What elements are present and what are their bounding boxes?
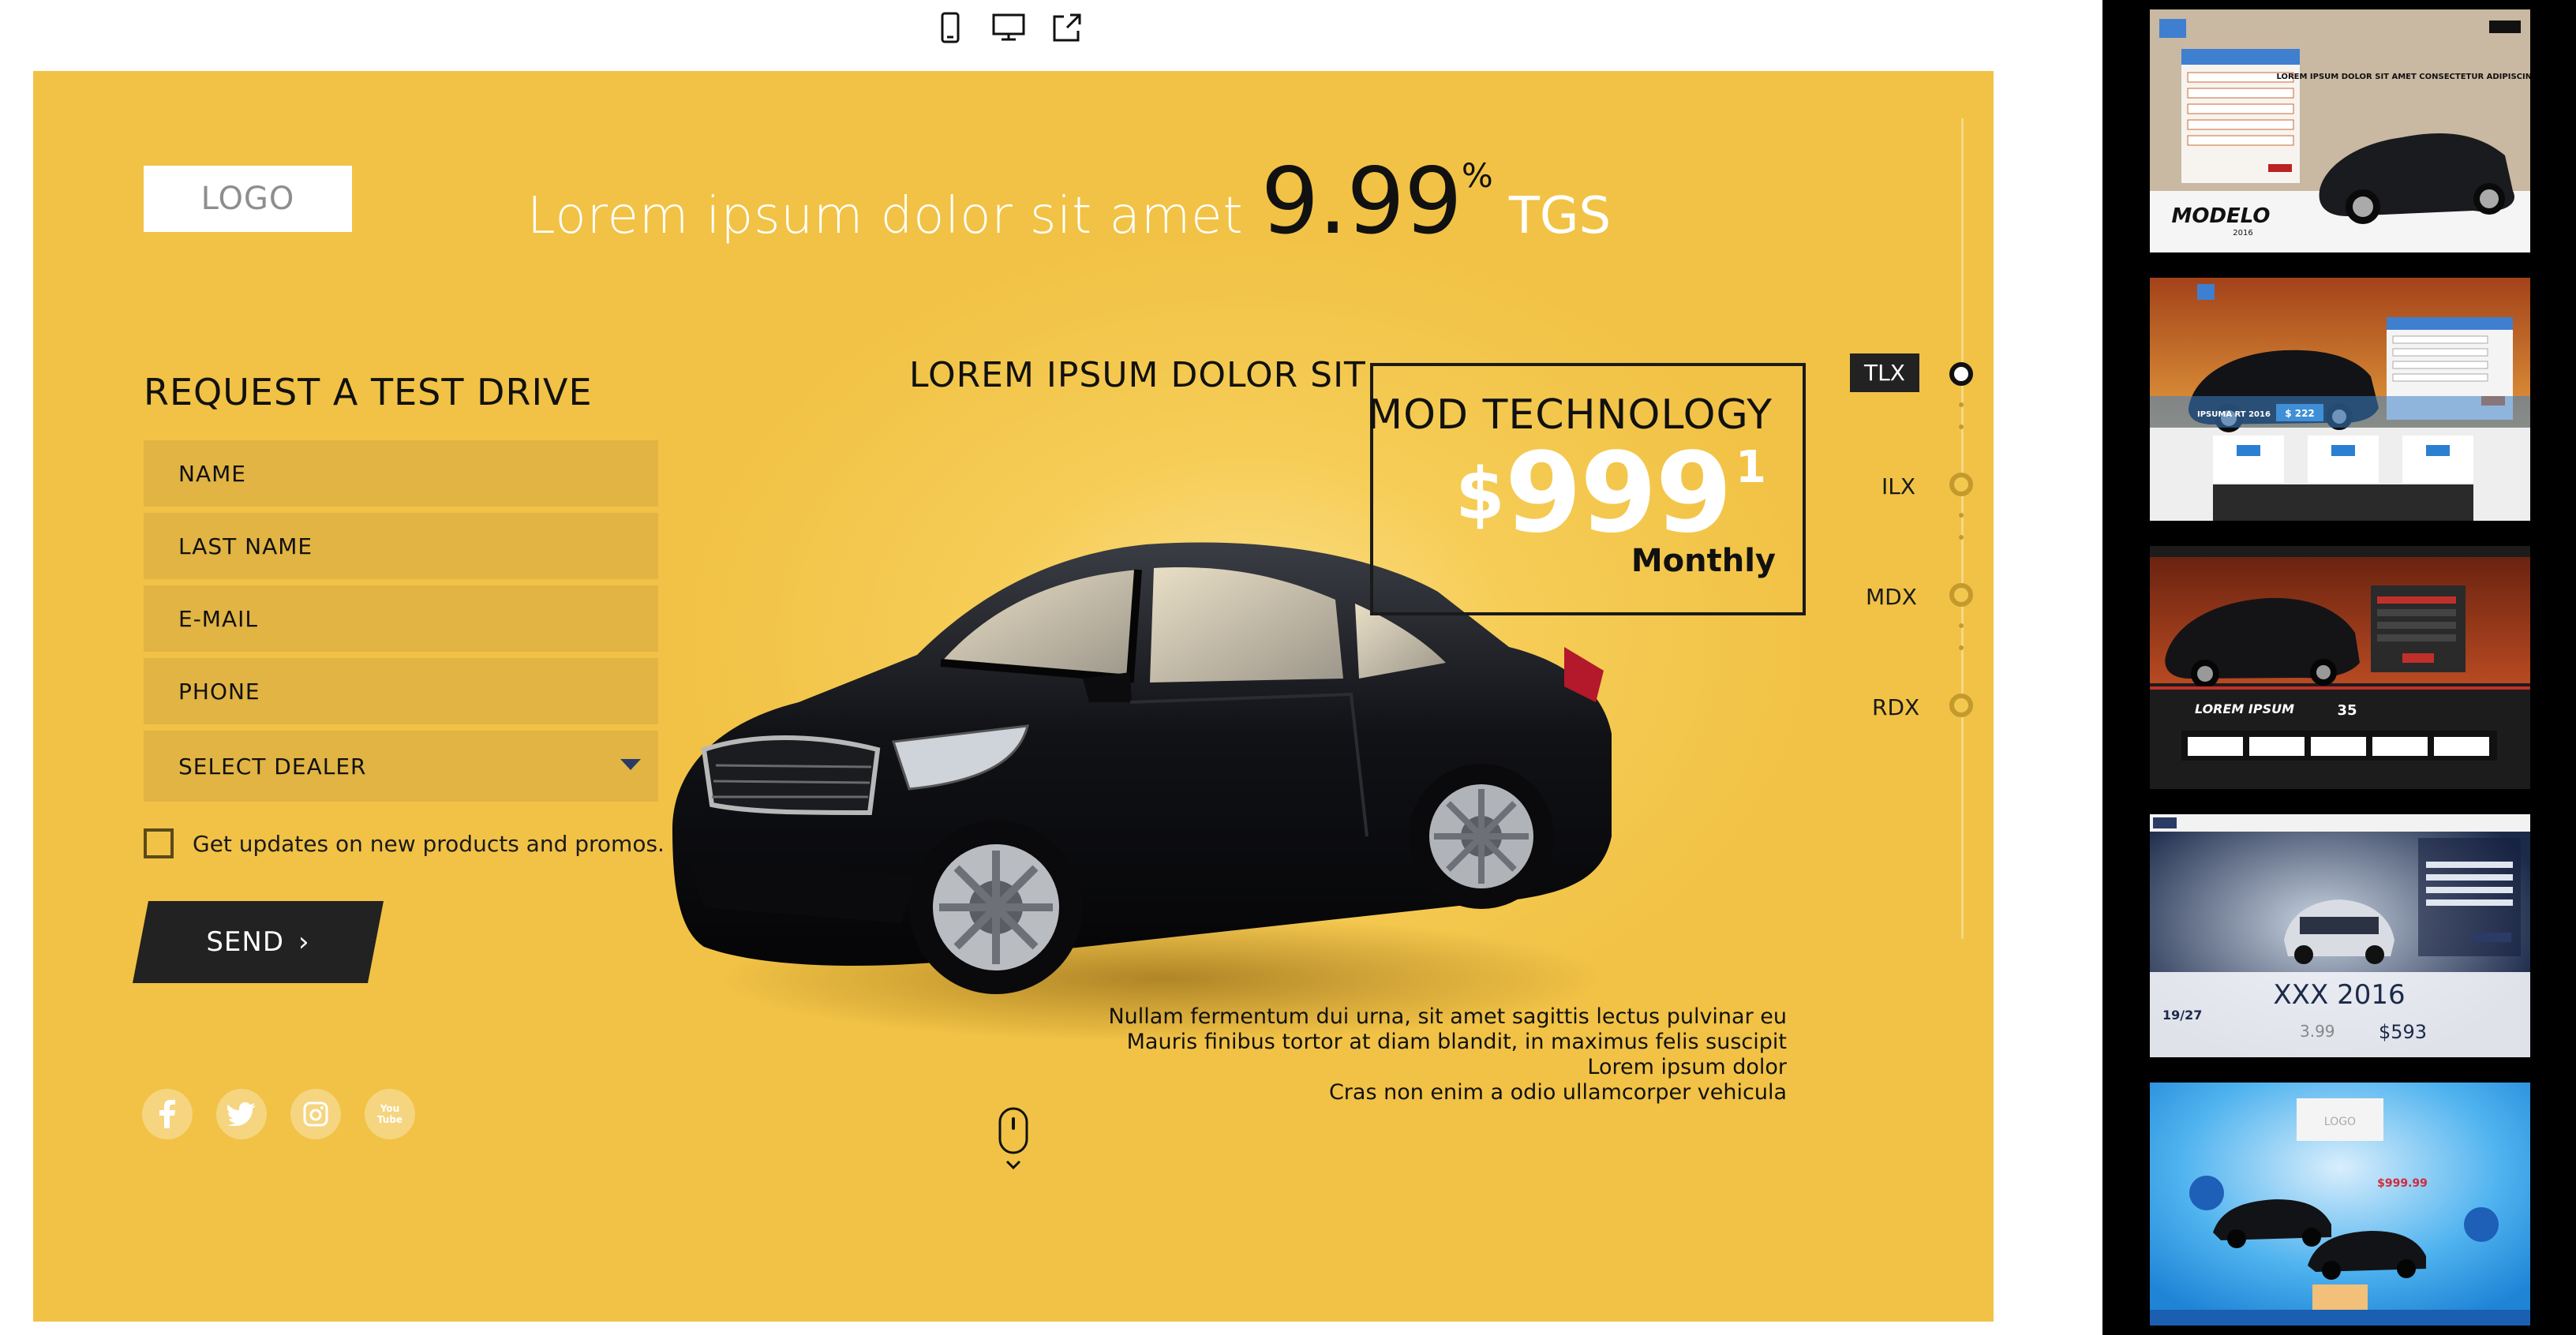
email-input[interactable] xyxy=(178,605,620,632)
dealer-select-label: SELECT DEALER xyxy=(178,753,367,780)
twitter-icon[interactable] xyxy=(216,1089,267,1139)
name-field[interactable] xyxy=(144,440,658,507)
logo: LOGO xyxy=(144,166,352,232)
thumb-2-caption: IPSUMA RT 2016 xyxy=(2197,410,2271,419)
chevron-down-icon xyxy=(620,759,641,770)
model-rdx-label[interactable]: RDX xyxy=(1872,694,1919,720)
send-button-label: SEND xyxy=(206,926,285,958)
chevron-right-icon: › xyxy=(298,926,310,958)
model-tlx-label[interactable]: TLX xyxy=(1850,353,1919,392)
social-links: You Tube xyxy=(142,1089,415,1139)
template-thumbnail[interactable]: IPSUMA RT 2016 $ 222 xyxy=(2150,278,2530,521)
thumb-1-heading: LOREM IPSUM DOLOR SIT AMET CONSECTETUR A… xyxy=(2276,73,2530,81)
youtube-icon[interactable]: You Tube xyxy=(365,1089,415,1139)
template-thumbnails-panel: LOREM IPSUM DOLOR SIT AMET CONSECTETUR A… xyxy=(2102,0,2576,1335)
thumb-1-caption: MODELO xyxy=(2171,204,2270,228)
mouse-scroll-icon[interactable] xyxy=(998,1106,1029,1177)
phone-field[interactable] xyxy=(144,658,658,724)
thumb-3-caption: LOREM IPSUM xyxy=(2195,701,2294,716)
description-line-3: Lorem ipsum dolor xyxy=(1587,1055,1787,1079)
description-line-4: Cras non enim a odio ullamcorper vehicul… xyxy=(1328,1080,1787,1105)
last-name-input[interactable] xyxy=(178,533,620,559)
desktop-view-button[interactable] xyxy=(990,9,1028,47)
svg-text:Tube: Tube xyxy=(377,1114,402,1125)
thumb-3-stat: 35 xyxy=(2337,702,2357,719)
email-field[interactable] xyxy=(144,585,658,652)
facebook-icon[interactable] xyxy=(142,1089,193,1139)
open-external-button[interactable] xyxy=(1048,9,1086,47)
model-nav-dots xyxy=(1959,402,1964,447)
thumb-2-price: $ 222 xyxy=(2285,408,2315,419)
headline-rate-suffix: % xyxy=(1461,156,1493,195)
headline-rate-unit: TGS xyxy=(1508,187,1612,245)
description-line-2: Mauris finibus tortor at diam blandit, i… xyxy=(1126,1030,1787,1054)
landing-preview: LOGO Lorem ipsum dolor sit amet 9.99 % T… xyxy=(33,71,1994,1322)
thumb-5-price: $999.99 xyxy=(2377,1177,2428,1190)
updates-checkbox-label: Get updates on new products and promos. xyxy=(193,830,665,857)
price-period: Monthly xyxy=(1631,543,1776,579)
model-mdx-dot[interactable] xyxy=(1949,583,1973,607)
thumb-4-price: $593 xyxy=(2379,1021,2427,1043)
thumb-4-mpg: 19/27 xyxy=(2162,1008,2202,1023)
price-footnote: 1 xyxy=(1735,442,1766,493)
desktop-icon xyxy=(992,13,1025,41)
model-rdx-dot[interactable] xyxy=(1949,694,1973,717)
updates-checkbox[interactable] xyxy=(144,828,174,858)
template-thumbnail[interactable]: LOREM IPSUM DOLOR SIT AMET CONSECTETUR A… xyxy=(2150,9,2530,252)
headline-rate: 9.99 xyxy=(1260,148,1462,255)
offer-subtitle: LOREM IPSUM DOLOR SIT xyxy=(909,355,1366,395)
description-line-1: Nullam fermentum dui urna, sit amet sagi… xyxy=(1108,1004,1787,1029)
external-link-icon xyxy=(1053,13,1081,42)
template-thumbnail[interactable]: LOREM IPSUM 35 xyxy=(2150,546,2530,789)
phone-input[interactable] xyxy=(178,678,620,705)
instagram-icon[interactable] xyxy=(290,1089,341,1139)
dealer-select[interactable]: SELECT DEALER xyxy=(144,731,658,802)
model-ilx-label[interactable]: ILX xyxy=(1881,473,1915,499)
form-title: REQUEST A TEST DRIVE xyxy=(144,371,593,413)
thumb-4-caption: XXX 2016 xyxy=(2273,979,2405,1011)
last-name-field[interactable] xyxy=(144,513,658,579)
template-thumbnail[interactable]: XXX 2016 19/27 3.99 $593 xyxy=(2150,814,2530,1057)
template-thumbnail[interactable]: LOGO $999.99 xyxy=(2150,1083,2530,1326)
send-button[interactable]: SEND › xyxy=(133,901,384,983)
model-ilx-dot[interactable] xyxy=(1949,473,1973,496)
model-mdx-label[interactable]: MDX xyxy=(1866,584,1917,610)
device-toolbar xyxy=(931,8,1105,47)
phone-icon xyxy=(941,12,960,43)
model-tlx-dot[interactable] xyxy=(1949,362,1973,386)
model-nav-dots xyxy=(1959,513,1964,557)
price-box: MOD TECHNOLOGY $ 999 1 Monthly xyxy=(1367,363,1806,615)
price-amount: 999 xyxy=(1504,429,1732,558)
thumb-4-apr: 3.99 xyxy=(2300,1022,2335,1041)
model-nav-dots xyxy=(1959,623,1964,668)
updates-checkbox-row: Get updates on new products and promos. xyxy=(144,828,665,858)
name-input[interactable] xyxy=(178,460,620,487)
thumb-5-caption: LOGO xyxy=(2324,1116,2356,1128)
headline-text: Lorem ipsum dolor sit amet xyxy=(527,187,1244,245)
mobile-view-button[interactable] xyxy=(931,9,969,47)
offer-description: Nullam fermentum dui urna, sit amet sagi… xyxy=(1108,1004,1787,1105)
price-value: $ 999 1 xyxy=(1455,439,1766,549)
svg-text:You: You xyxy=(380,1103,399,1114)
send-button-label-wrap: SEND › xyxy=(133,901,384,983)
price-currency: $ xyxy=(1455,453,1505,536)
thumb-1-sub: 2016 xyxy=(2233,229,2252,237)
headline: Lorem ipsum dolor sit amet 9.99 % TGS xyxy=(527,148,1611,259)
